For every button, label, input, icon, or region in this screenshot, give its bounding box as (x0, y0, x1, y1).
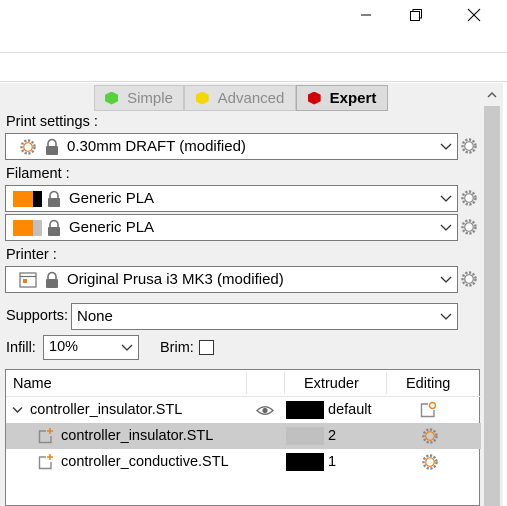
part-row[interactable]: controller_conductive.STL 1 (6, 449, 481, 475)
mode-selector: Simple Advanced Expert (94, 85, 388, 111)
infill-value: 10% (49, 339, 79, 355)
part-row-selected[interactable]: controller_insulator.STL 2 (6, 423, 481, 449)
printer-edit-button[interactable] (459, 269, 479, 289)
restore-button[interactable] (393, 0, 439, 30)
lock-icon (46, 138, 58, 155)
extruder-color-swatch (286, 427, 324, 445)
chevron-up-icon (487, 91, 497, 97)
brim-label: Brim: (160, 340, 194, 356)
object-row[interactable]: controller_insulator.STL default (6, 397, 481, 423)
object-name: controller_insulator.STL (30, 402, 183, 418)
infill-combo[interactable]: 10% (43, 335, 139, 360)
title-bar (0, 0, 507, 52)
print-settings-value: 0.30mm DRAFT (modified) (67, 138, 246, 155)
scroll-thumb[interactable] (484, 106, 500, 506)
restore-icon (410, 9, 422, 21)
filament-color-swatch (13, 191, 33, 207)
minimize-icon (361, 14, 371, 16)
filament-label: Filament : (6, 166, 70, 182)
header-extruder[interactable]: Extruder (304, 376, 359, 392)
part-name: controller_insulator.STL (61, 428, 214, 444)
extruder-color-marker (33, 220, 42, 236)
chevron-down-icon (440, 195, 452, 202)
add-settings-icon[interactable] (419, 401, 437, 419)
gear-icon (461, 271, 477, 287)
print-settings-gear-icon (20, 139, 36, 155)
filament-2-edit-button[interactable] (459, 217, 479, 237)
chevron-down-icon (440, 224, 452, 231)
filament-combo-2[interactable]: Generic PLA (5, 214, 458, 241)
chevron-down-icon (440, 313, 452, 320)
filament-1-value: Generic PLA (69, 190, 155, 207)
part-icon (38, 454, 53, 470)
eye-icon[interactable] (256, 405, 274, 416)
gear-icon (461, 219, 477, 235)
object-list: Name Extruder Editing controller_insulat… (5, 369, 481, 506)
print-settings-edit-button[interactable] (459, 136, 479, 156)
filament-1-edit-button[interactable] (459, 188, 479, 208)
column-separator (284, 372, 285, 394)
close-button[interactable] (451, 0, 497, 30)
print-settings-label: Print settings : (6, 114, 98, 130)
menu-band (0, 52, 507, 82)
extruder-value[interactable]: 2 (328, 428, 336, 444)
infill-label: Infill: (6, 340, 36, 356)
expert-hex-icon (307, 91, 321, 105)
mode-advanced-label: Advanced (217, 89, 285, 107)
filament-color-swatch (13, 220, 33, 236)
filament-2-value: Generic PLA (69, 219, 155, 236)
mode-expert-label: Expert (329, 89, 377, 107)
mode-simple-button[interactable]: Simple (94, 85, 184, 111)
scroll-up-button[interactable] (481, 83, 503, 105)
mode-advanced-button[interactable]: Advanced (184, 85, 296, 111)
chevron-down-icon (440, 276, 452, 283)
printer-label: Printer : (6, 247, 57, 263)
minimize-button[interactable] (343, 0, 389, 30)
printer-value: Original Prusa i3 MK3 (modified) (67, 271, 284, 288)
simple-hex-icon (105, 91, 119, 105)
brim-checkbox[interactable] (199, 340, 214, 355)
mode-expert-button[interactable]: Expert (296, 85, 388, 111)
chevron-down-icon (440, 143, 452, 150)
column-separator (386, 372, 387, 394)
object-list-header: Name Extruder Editing (6, 370, 481, 397)
supports-combo[interactable]: None (71, 303, 458, 330)
lock-icon (48, 219, 60, 236)
extruder-color-marker (33, 191, 42, 207)
supports-value: None (77, 308, 113, 325)
supports-label: Supports: (6, 308, 69, 324)
print-settings-combo[interactable]: 0.30mm DRAFT (modified) (5, 133, 458, 160)
lock-icon (48, 190, 60, 207)
header-editing[interactable]: Editing (406, 376, 450, 392)
extruder-color-swatch (286, 453, 324, 471)
extruder-color-swatch (286, 401, 324, 419)
filament-combo-1[interactable]: Generic PLA (5, 185, 458, 212)
gear-icon[interactable] (421, 453, 439, 471)
gear-icon[interactable] (421, 427, 439, 445)
gear-icon (461, 190, 477, 206)
extruder-value[interactable]: 1 (328, 454, 336, 470)
chevron-down-icon (121, 344, 133, 351)
gear-icon (461, 138, 477, 154)
part-name: controller_conductive.STL (61, 454, 229, 470)
vertical-scrollbar[interactable] (481, 83, 503, 506)
chevron-down-icon[interactable] (12, 406, 23, 414)
advanced-hex-icon (195, 91, 209, 105)
printer-combo[interactable]: Original Prusa i3 MK3 (modified) (5, 266, 458, 293)
header-name[interactable]: Name (13, 376, 52, 392)
mode-simple-label: Simple (127, 89, 173, 107)
lock-icon (46, 271, 58, 288)
printer-icon (19, 272, 37, 288)
column-separator (246, 372, 247, 394)
close-icon (467, 8, 481, 22)
extruder-value[interactable]: default (328, 402, 372, 418)
part-icon (38, 428, 53, 444)
